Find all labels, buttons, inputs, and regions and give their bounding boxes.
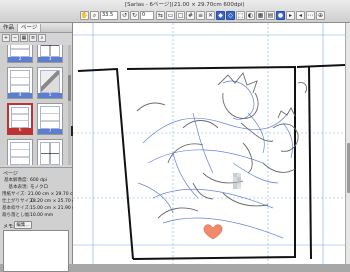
toggle-button-d[interactable]: ▸ [286,11,295,20]
rotate-right-button[interactable]: ↻ [130,11,139,20]
toggle-button-g[interactable]: ⊕ [316,11,325,20]
page-list-button[interactable]: ≡ [29,34,37,42]
thumbnail-scrollbar[interactable] [68,45,71,165]
color-button[interactable]: ◐ [246,11,255,20]
page-spread[interactable]: 23 [7,45,65,63]
page-thumbnail-art [40,142,60,165]
panel-tabs: 作品 ページ [0,23,72,33]
page-thumbnail-list[interactable]: 23456789 [0,45,72,165]
angle-field[interactable]: 0 [140,11,154,20]
property-value: モノクロ [30,185,48,190]
zoom-field[interactable]: 33.5 [100,11,118,20]
toggle-button-a[interactable]: ▦ [256,11,265,20]
edit-memo-button[interactable]: 編集... [14,221,32,229]
property-row: 基本解像度: 600 dpi [2,178,70,184]
page-thumbnail-art [10,70,30,93]
flip-button[interactable]: ⇆ [156,11,165,20]
page-thumbnail[interactable]: 5 [37,67,63,99]
page-thumbnail[interactable]: 7 [37,103,63,135]
scrollbar-knob[interactable] [68,75,71,101]
page-add-button[interactable]: + [2,34,10,42]
page-thumbnail[interactable]: 4 [7,67,33,99]
property-value: 15.00 cm × 21.90 cm [30,206,79,211]
pan-tool-button[interactable]: ✋ [80,11,89,20]
page-spread[interactable]: 67 [7,103,65,135]
page-zoom-button[interactable]: ⌕ [38,34,46,42]
rotate-left-button[interactable]: ↺ [120,11,129,20]
toggle-button-e[interactable]: ◂ [296,11,305,20]
toggle-button-c[interactable]: ● [276,11,285,20]
snap-ruler-button[interactable]: ◇ [226,11,235,20]
fit-button[interactable]: ▭ [166,11,175,20]
properties-title: ページ [3,171,18,177]
page-grid-button[interactable]: ▦ [20,34,28,42]
page-thumbnail-art [10,45,30,57]
mosaic-censor [233,173,241,189]
page-number-label: 6 [9,128,31,133]
snap-special-button[interactable]: ◆ [216,11,225,20]
page-properties: ページ 基本解像度: 600 dpi 基本表現: モノクロ 用紙サイズ: 21.00 cm… [0,167,79,230]
page-thumbnail-art [40,70,60,93]
property-key: 仕上がりサイズ: [2,199,35,204]
page-thumbnail-art [10,142,30,165]
manga-page-artwork [73,23,345,264]
pencil-art [136,72,308,219]
page-thumbnail-art [40,106,60,129]
memo-box[interactable] [3,230,69,272]
blue-sketch-lines [137,80,293,239]
drawing-canvas[interactable] [73,23,345,264]
page-manager-panel: 作品 ページ + − ▦ ≡ ⌕ 23456789 ページ 基本解像度:600 … [0,23,79,272]
page-number-label: 7 [38,129,62,134]
page-spread[interactable]: 89 [7,139,65,165]
property-key: 基本表現: [8,185,28,190]
page-number-label: 4 [8,93,32,98]
toolbar-row: ✋ ⌕ 33.5 ↺ ↻ 0 ⇆ ▭ □ # ≡ ✕ ◆ ◇ ⬚ ◐ ▦ ▤ ●… [0,10,326,21]
page-remove-button[interactable]: − [11,34,19,42]
panel-tools: + − ▦ ≡ ⌕ [0,33,74,43]
page-thumbnail[interactable]: 2 [7,45,33,63]
memo-label: メモ: [3,224,15,230]
property-value: 21.00 cm × 29.70 cm [27,192,77,197]
property-row: 裁ち落とし幅: 10.00 mm [2,213,70,219]
actual-size-button[interactable]: □ [176,11,185,20]
property-row: 基本枠サイズ: 15.00 cm × 21.90 cm [2,206,79,212]
page-spread[interactable]: 45 [7,67,65,99]
canvas-vertical-scrollbar[interactable] [345,23,350,264]
property-row: 仕上がりサイズ: 18.20 cm × 25.70 cm [2,199,79,205]
toggle-button-f[interactable]: ⋯ [306,11,315,20]
property-value: 10.00 mm [30,213,54,218]
page-thumbnail-art [40,45,60,57]
page-thumbnail[interactable]: 3 [37,45,63,63]
property-key: 裁ち落とし幅: [2,213,31,218]
property-key: 基本解像度: [3,178,28,183]
snap-button[interactable]: ✕ [206,11,215,20]
heart-shape [203,224,223,240]
property-row: 基本表現: モノクロ [2,185,70,191]
toggle-button-b[interactable]: ▤ [266,11,275,20]
page-thumbnail[interactable]: 8 [7,139,33,165]
grid-button[interactable]: # [186,11,195,20]
transform-button[interactable]: ⬚ [236,11,245,20]
property-key: 基本枠サイズ: [2,206,31,211]
page-number-label: 2 [8,57,32,62]
main-toolbar: [Sarlas - 6ページ](21.00 × 29.70cm 600dpi) … [0,0,350,23]
page-thumbnail[interactable]: 9 [37,139,63,165]
property-value: 600 dpi [30,178,47,183]
document-title: [Sarlas - 6ページ](21.00 × 29.70cm 600dpi) [125,2,245,8]
property-key: 用紙サイズ: [2,192,26,197]
tab-work[interactable]: 作品 [0,23,19,32]
page-number-label: 5 [38,93,62,98]
property-row: 用紙サイズ: 21.00 cm × 29.70 cm [2,192,77,198]
tab-page[interactable]: ページ [18,23,42,32]
zoom-tool-button[interactable]: ⌕ [90,11,99,20]
page-thumbnail[interactable]: 6 [7,103,33,135]
page-thumbnail-art [11,107,29,128]
ruler-button[interactable]: ≡ [196,11,205,20]
property-value: 18.20 cm × 25.70 cm [30,199,79,204]
page-number-label: 3 [38,57,62,62]
